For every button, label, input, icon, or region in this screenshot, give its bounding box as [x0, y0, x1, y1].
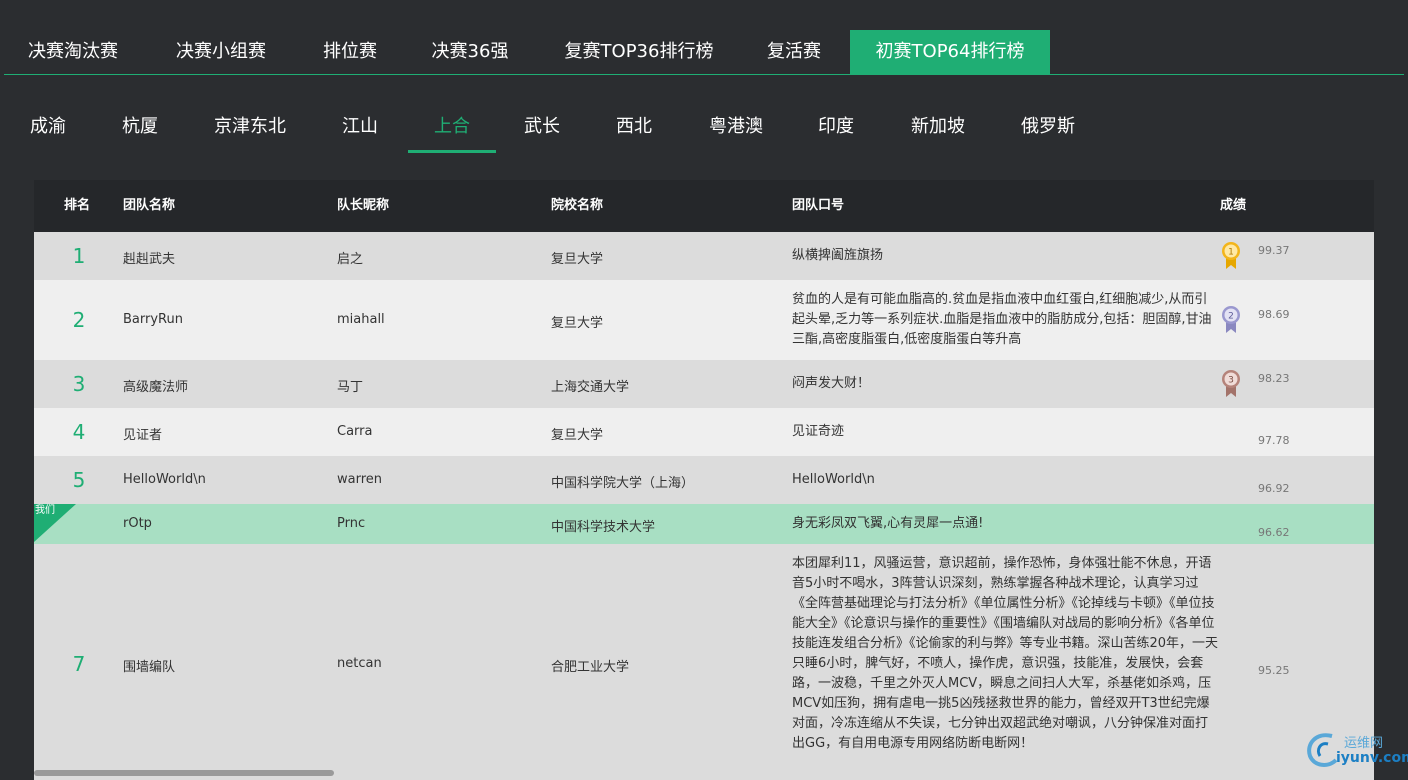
gold-medal-icon: 1: [1220, 240, 1242, 270]
header-team: 团队名称: [123, 198, 176, 213]
captain-name: Prnc: [337, 516, 366, 531]
rank-number: 1: [72, 244, 86, 268]
team-name: rOtp: [123, 516, 152, 531]
region-tab-russia[interactable]: 俄罗斯: [1006, 104, 1090, 150]
captain-name: 马丁: [337, 380, 364, 395]
region-tab-chengyu[interactable]: 成渝: [12, 104, 84, 150]
table-row-mine[interactable]: 我们 rOtp Prnc 中国科学技术大学 身无彩凤双飞翼,心有灵犀一点通! 9…: [34, 504, 1374, 544]
score-value: 97.78: [1258, 434, 1290, 447]
rank-number: 5: [72, 468, 86, 492]
rank-number: 7: [72, 652, 86, 676]
rank-number: 2: [72, 308, 86, 332]
stage-tabs: 决赛淘汰赛 决赛小组赛 排位赛 决赛36强 复赛TOP36排行榜 复活赛 初赛T…: [4, 30, 1404, 75]
region-tab-singapore[interactable]: 新加坡: [896, 104, 980, 150]
tab-ranking-match[interactable]: 排位赛: [300, 30, 400, 74]
table-row[interactable]: 3 高级魔法师 马丁 上海交通大学 闷声发大财！ 3 98.23: [34, 360, 1374, 408]
region-tab-jiangshan[interactable]: 江山: [324, 104, 396, 150]
region-tab-hangxia[interactable]: 杭厦: [104, 104, 176, 150]
region-tab-india[interactable]: 印度: [800, 104, 872, 150]
rank-number: 3: [72, 372, 86, 396]
mine-flag-label: 我们: [35, 505, 55, 516]
svg-text:2: 2: [1228, 312, 1234, 322]
captain-name: netcan: [337, 656, 382, 671]
watermark-text-cn: 运维网: [1344, 736, 1384, 751]
region-tab-wuchang[interactable]: 武长: [506, 104, 578, 150]
school-name: 复旦大学: [551, 316, 604, 331]
school-name: 中国科学院大学（上海）: [551, 476, 695, 491]
team-name: 赳赳武夫: [123, 252, 176, 267]
team-slogan: HelloWorld\n: [792, 472, 875, 487]
table-row[interactable]: 2 BarryRun miahall 复旦大学 贫血的人是有可能血脂高的.贫血是…: [34, 280, 1374, 360]
table-row[interactable]: 4 见证者 Carra 复旦大学 见证奇迹 97.78: [34, 408, 1374, 456]
tab-semi-top36[interactable]: 复赛TOP36排行榜: [544, 30, 734, 74]
school-name: 复旦大学: [551, 252, 604, 267]
watermark-logo: 运维网 iyunv.com: [1300, 726, 1408, 776]
score-value: 98.23: [1258, 372, 1290, 385]
team-name: 见证者: [123, 428, 163, 443]
header-score: 成绩: [1220, 198, 1247, 213]
team-slogan: 闷声发大财！: [792, 376, 871, 391]
school-name: 中国科学技术大学: [551, 520, 656, 535]
team-slogan: 见证奇迹: [792, 424, 845, 439]
captain-name: miahall: [337, 312, 385, 327]
tab-prelim-top64[interactable]: 初赛TOP64排行榜: [850, 30, 1050, 74]
region-tab-jingjin-dongbei[interactable]: 京津东北: [200, 104, 300, 150]
school-name: 复旦大学: [551, 428, 604, 443]
table-row[interactable]: 5 HelloWorld\n warren 中国科学院大学（上海） HelloW…: [34, 456, 1374, 504]
team-slogan: 贫血的人是有可能血脂高的.贫血是指血液中血红蛋白,红细胞减少,从而引起头晕,乏力…: [792, 292, 1212, 347]
tab-final-knockout[interactable]: 决赛淘汰赛: [4, 30, 142, 74]
header-slogan: 团队口号: [792, 198, 845, 213]
score-value: 95.25: [1258, 664, 1290, 677]
svg-text:3: 3: [1228, 376, 1234, 386]
ranking-table: 排名 团队名称 队长昵称 院校名称 团队口号 成绩 1 赳赳武夫 启之 复旦大学…: [34, 180, 1374, 780]
score-value: 96.62: [1258, 526, 1290, 539]
region-tab-yuegangao[interactable]: 粤港澳: [694, 104, 778, 150]
tab-revival[interactable]: 复活赛: [744, 30, 844, 74]
horizontal-scrollbar[interactable]: [34, 770, 334, 776]
region-tabs: 成渝 杭厦 京津东北 江山 上合 武长 西北 粤港澳 印度 新加坡 俄罗斯: [0, 104, 1408, 154]
captain-name: Carra: [337, 424, 373, 439]
header-school: 院校名称: [551, 198, 604, 213]
table-header: 排名 团队名称 队长昵称 院校名称 团队口号 成绩: [34, 180, 1374, 232]
school-name: 上海交通大学: [551, 380, 630, 395]
captain-name: warren: [337, 472, 383, 487]
school-name: 合肥工业大学: [551, 660, 630, 675]
score-value: 99.37: [1258, 244, 1290, 257]
table-row[interactable]: 7 围墙编队 netcan 合肥工业大学 本团犀利11，风骚运营，意识超前，操作…: [34, 544, 1374, 780]
team-name: 围墙编队: [123, 660, 176, 675]
score-value: 96.92: [1258, 482, 1290, 495]
score-value: 98.69: [1258, 308, 1290, 321]
watermark-text-domain: iyunv.com: [1336, 750, 1408, 766]
tab-final-group[interactable]: 决赛小组赛: [148, 30, 294, 74]
bronze-medal-icon: 3: [1220, 368, 1242, 398]
team-name: HelloWorld\n: [123, 472, 206, 487]
region-tab-xibei[interactable]: 西北: [598, 104, 670, 150]
team-slogan: 本团犀利11，风骚运营，意识超前，操作恐怖，身体强壮能不休息，开语音5小时不喝水…: [792, 556, 1219, 751]
rank-number: 4: [72, 420, 86, 444]
team-slogan: 身无彩凤双飞翼,心有灵犀一点通!: [792, 516, 984, 531]
header-rank: 排名: [64, 198, 91, 213]
captain-name: 启之: [337, 252, 364, 267]
team-name: BarryRun: [123, 312, 183, 327]
svg-text:1: 1: [1228, 248, 1234, 258]
team-name: 高级魔法师: [123, 380, 189, 395]
table-row[interactable]: 1 赳赳武夫 启之 复旦大学 纵横捭阖旌旗扬 1 99.37: [34, 232, 1374, 280]
silver-medal-icon: 2: [1220, 304, 1242, 334]
region-tab-shanghe[interactable]: 上合: [408, 104, 496, 153]
team-slogan: 纵横捭阖旌旗扬: [792, 248, 884, 263]
header-captain: 队长昵称: [337, 198, 390, 213]
tab-final-36[interactable]: 决赛36强: [408, 30, 532, 74]
